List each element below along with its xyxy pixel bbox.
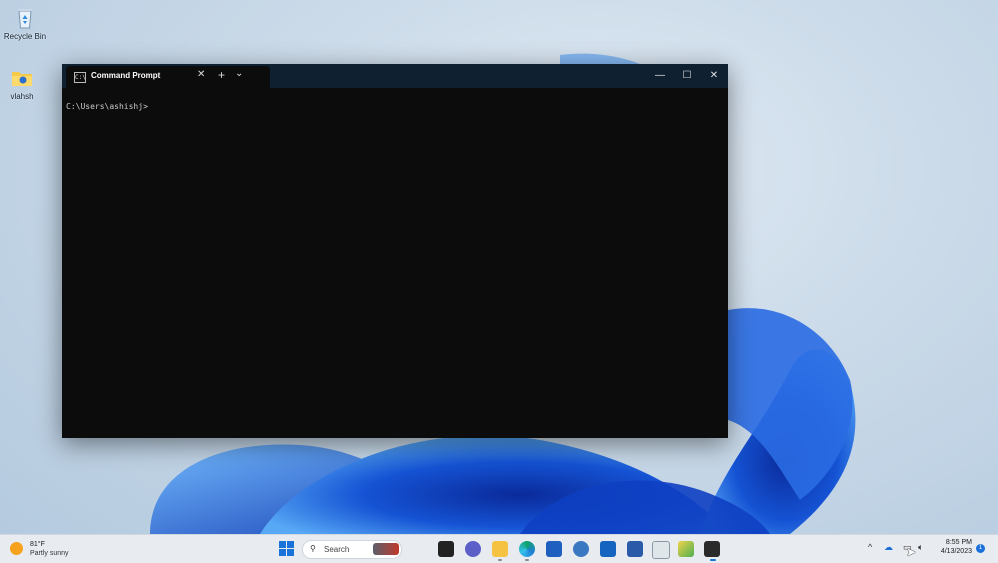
maximize-button[interactable]: ☐ — [673, 66, 701, 86]
windows-logo-pane — [279, 549, 286, 556]
notepad-icon[interactable] — [652, 541, 670, 559]
settings-icon[interactable] — [573, 541, 589, 557]
command-prompt-line: C:\Users\ashishj> — [66, 102, 148, 111]
paint-icon[interactable] — [678, 541, 694, 557]
active-window-indicator — [710, 559, 716, 561]
system-clock[interactable]: 8:55 PM 4/13/2023 — [936, 539, 972, 555]
desktop-icon-label: Recycle Bin — [3, 32, 47, 41]
folder-icon — [10, 66, 34, 90]
powershell-icon[interactable] — [627, 541, 643, 557]
close-button[interactable]: ✕ — [700, 66, 728, 86]
new-tab-button[interactable]: + — [218, 68, 225, 82]
cmd-icon: C:\ — [74, 72, 86, 83]
task-view-icon[interactable] — [438, 541, 454, 557]
onedrive-icon[interactable]: ☁ — [884, 542, 893, 553]
windows-logo-pane — [287, 549, 294, 556]
close-tab-icon[interactable]: ✕ — [197, 69, 205, 80]
volume-icon[interactable]: 🔈︎ — [918, 542, 923, 553]
edge-icon[interactable] — [519, 541, 535, 557]
search-placeholder: Search — [324, 545, 350, 554]
outlook-icon[interactable] — [600, 541, 616, 557]
search-highlight-icon — [373, 543, 399, 555]
terminal-icon[interactable] — [704, 541, 720, 557]
start-button[interactable] — [279, 541, 294, 556]
notification-badge[interactable]: 1 — [976, 544, 985, 553]
search-icon: ⚲ — [310, 544, 316, 553]
desktop-icon-label: vlahsh — [10, 92, 34, 101]
store-icon[interactable] — [546, 541, 562, 557]
weather-temperature: 81°F — [30, 541, 45, 548]
tray-overflow-chevron[interactable]: ^ — [868, 542, 872, 552]
title-bar[interactable]: C:\ Command Prompt ✕ + ⌄ — ☐ ✕ — [62, 64, 728, 88]
running-indicator — [498, 559, 502, 561]
taskbar: 81°F Partly sunny ⚲ Search ^ ☁ ▭ 🔈︎ 8:55… — [0, 534, 998, 563]
terminal-window[interactable]: C:\ Command Prompt ✕ + ⌄ — ☐ ✕ C:\Users\… — [62, 64, 728, 438]
clock-date: 4/13/2023 — [940, 548, 972, 555]
desktop-icon-folder[interactable]: vlahsh — [0, 66, 47, 101]
clock-time: 8:55 PM — [945, 539, 972, 546]
chat-icon[interactable] — [465, 541, 481, 557]
terminal-output[interactable]: C:\Users\ashishj> — [62, 88, 728, 438]
chevron-down-icon[interactable]: ⌄ — [235, 68, 243, 79]
mouse-pointer-icon: ➤ — [906, 545, 917, 559]
weather-sun-icon — [10, 542, 23, 555]
windows-logo-pane — [287, 541, 294, 548]
running-indicator — [525, 559, 529, 561]
weather-condition: Partly sunny — [30, 550, 69, 557]
minimize-button[interactable]: — — [646, 66, 674, 86]
windows-logo-pane — [279, 541, 286, 548]
file-explorer-icon[interactable] — [492, 541, 508, 557]
desktop-icon-recycle-bin[interactable]: Recycle Bin — [0, 6, 50, 41]
tab-title: Command Prompt — [91, 71, 161, 80]
recycle-bin-icon — [13, 6, 37, 30]
taskbar-search-box[interactable]: ⚲ Search — [302, 540, 402, 559]
